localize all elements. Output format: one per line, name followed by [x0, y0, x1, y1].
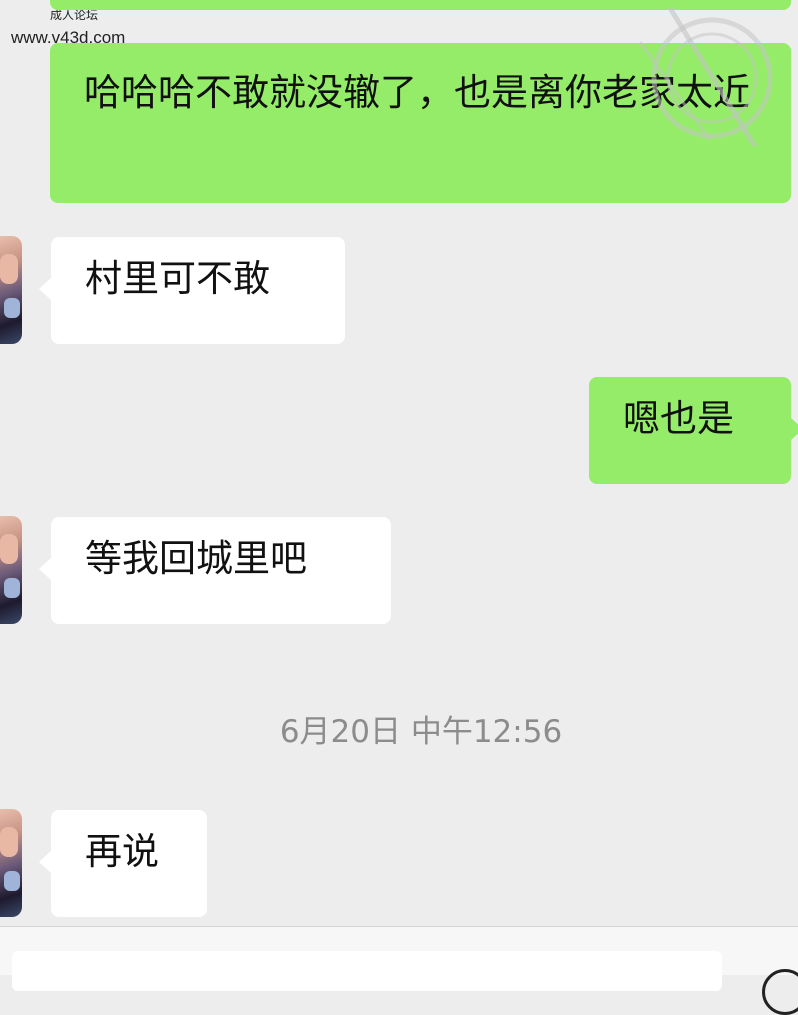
avatar-face-shape — [0, 827, 18, 857]
chat-message-incoming[interactable]: 再说 — [39, 810, 207, 917]
contact-avatar[interactable] — [0, 809, 22, 917]
contact-avatar[interactable] — [0, 516, 22, 624]
avatar-hand-shape — [4, 871, 20, 891]
avatar-hand-shape — [4, 578, 20, 598]
voice-toggle-icon[interactable] — [762, 969, 798, 1015]
previous-bubble-edge — [50, 0, 791, 10]
message-text: 哈哈哈不敢就没辙了，也是离你老家太近 — [84, 71, 750, 114]
contact-avatar[interactable] — [0, 236, 22, 344]
message-input[interactable] — [12, 951, 722, 991]
chat-message-incoming[interactable]: 等我回城里吧 — [39, 517, 391, 624]
message-text: 嗯也是 — [623, 397, 734, 440]
chat-message-outgoing[interactable]: 哈哈哈不敢就没辙了，也是离你老家太近 — [50, 43, 791, 203]
message-text: 村里可不敢 — [85, 257, 270, 300]
message-text: 等我回城里吧 — [85, 537, 307, 580]
avatar-face-shape — [0, 254, 18, 284]
chat-input-bar — [0, 926, 798, 1015]
message-text: 再说 — [85, 830, 159, 873]
chat-message-outgoing[interactable]: 嗯也是 — [589, 377, 798, 484]
avatar-hand-shape — [4, 298, 20, 318]
chat-message-incoming[interactable]: 村里可不敢 — [39, 237, 345, 344]
chat-timestamp: 6月20日 中午12:56 — [279, 714, 563, 750]
avatar-face-shape — [0, 534, 18, 564]
